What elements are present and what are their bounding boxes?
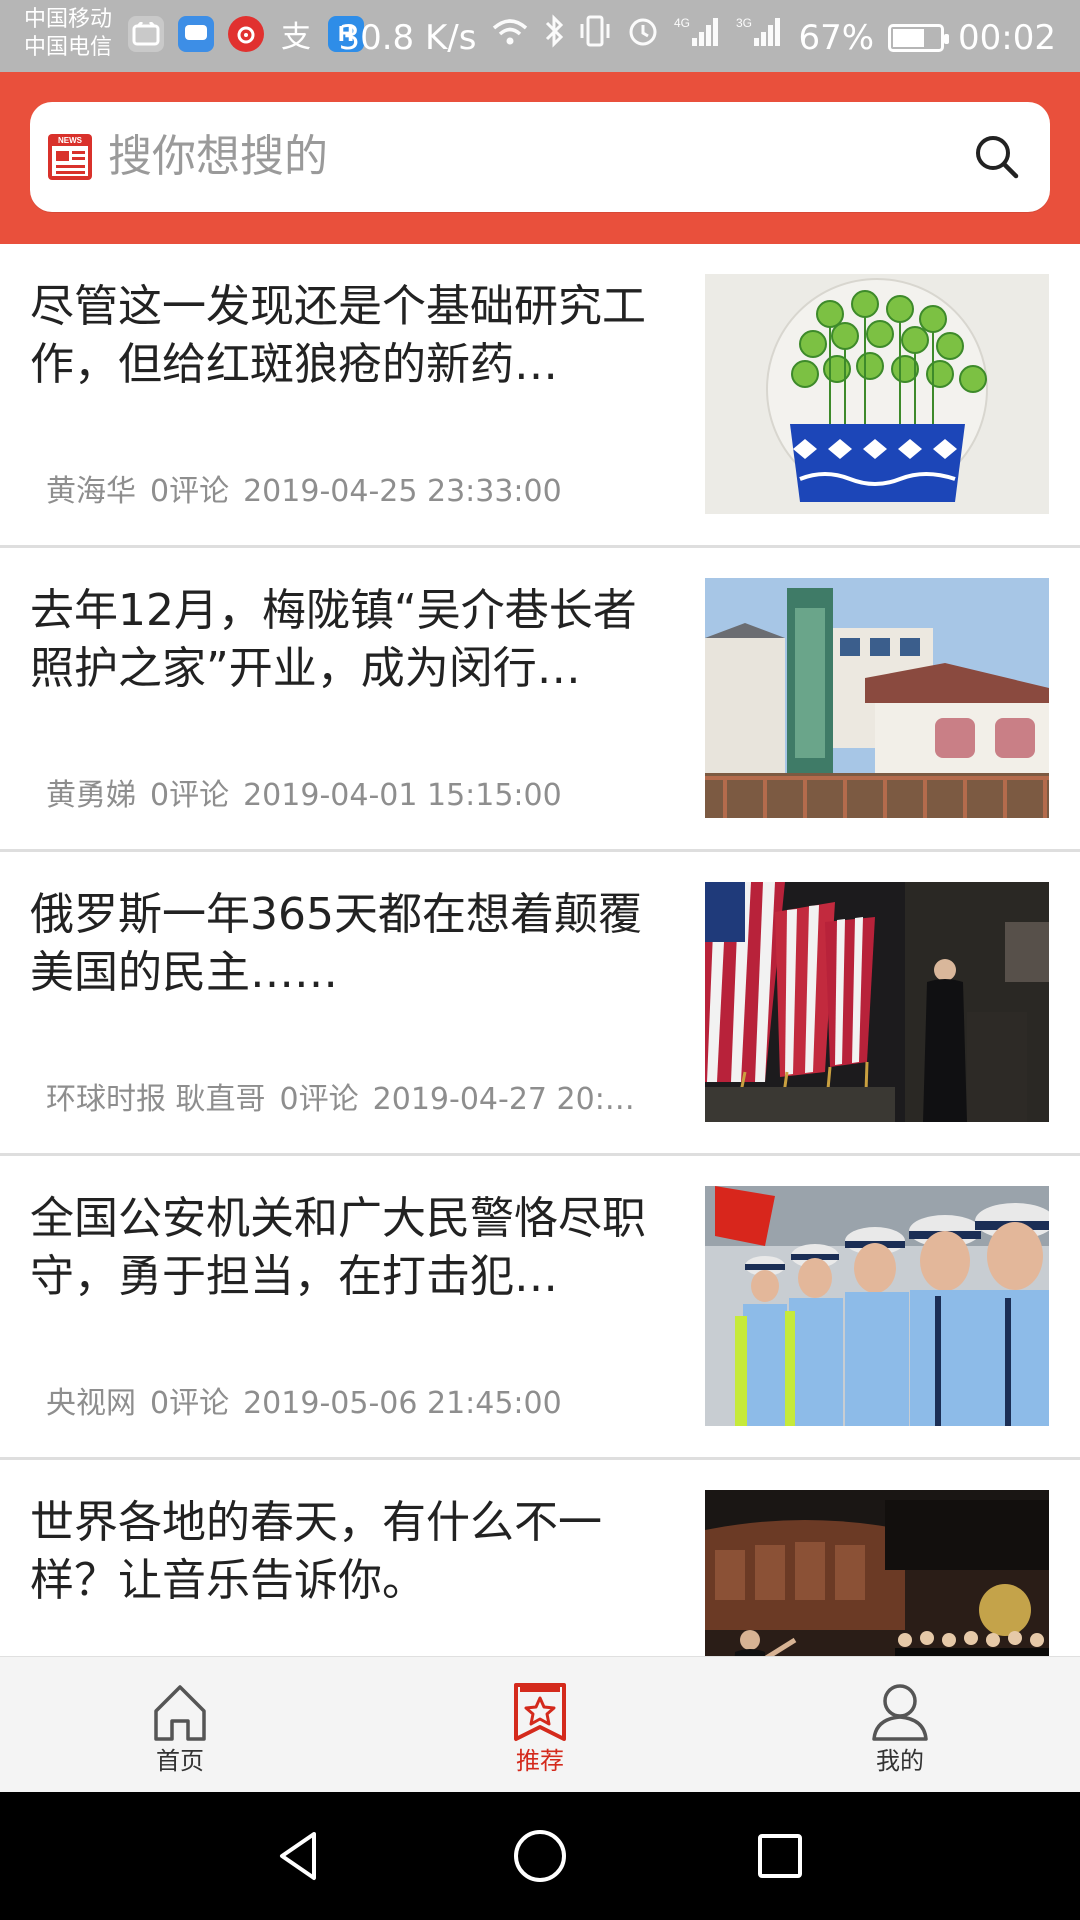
wifi-icon [490, 14, 530, 62]
profile-icon [870, 1681, 930, 1743]
article-title: 去年12月，梅陇镇“吴介巷长者照护之家”开业，成为闵行… [30, 585, 637, 694]
search-bar[interactable]: NEWS 搜你想搜的 [30, 102, 1050, 212]
article-thumbnail [705, 578, 1049, 818]
battery-icon [888, 24, 950, 52]
vibrate-icon [578, 14, 612, 62]
nav-home[interactable]: 首页 [70, 1657, 290, 1793]
article-time: 2019-04-01 15:15:00 [243, 778, 562, 813]
home-circle-icon[interactable] [508, 1824, 572, 1888]
svg-text:3G: 3G [736, 16, 752, 30]
article-title: 尽管这一发现还是个基础研究工作，但给红斑狼疮的新药… [30, 281, 646, 390]
article-comments: 0评论 [150, 1386, 230, 1421]
search-icon[interactable] [970, 130, 1024, 184]
article-item[interactable]: 尽管这一发现还是个基础研究工作，但给红斑狼疮的新药… 黄海华 0评论 2019-04… [0, 244, 1080, 548]
article-thumbnail [705, 274, 1049, 514]
article-meta: 黄海华 0评论 2019-04-25 23:33:00 [46, 472, 656, 512]
article-list[interactable]: 尽管这一发现还是个基础研究工作，但给红斑狼疮的新药… 黄海华 0评论 2019-04… [0, 244, 1080, 1656]
app-header: NEWS 搜你想搜的 [0, 72, 1080, 244]
article-source: 央视网 [46, 1386, 136, 1421]
signal-3g-icon: 3G [736, 14, 784, 62]
article-meta: 央视网 0评论 2019-05-06 21:45:00 [46, 1384, 656, 1424]
home-icon [150, 1681, 210, 1743]
signal-4g-icon: 4G [674, 14, 722, 62]
notification-icons: 支 H [128, 16, 364, 55]
message-app-icon [178, 16, 214, 52]
status-right: 30.8 K/s 4G 3G 67% 00:02 [338, 14, 1056, 62]
article-title: 全国公安机关和广大民警恪尽职守，勇于担当，在打击犯… [30, 1193, 646, 1302]
clock: 00:02 [958, 18, 1056, 58]
netease-music-icon [228, 16, 264, 52]
article-item[interactable]: 去年12月，梅陇镇“吴介巷长者照护之家”开业，成为闵行… 黄勇娣 0评论 2019-… [0, 548, 1080, 852]
nav-profile[interactable]: 我的 [790, 1657, 1010, 1793]
svg-text:4G: 4G [674, 16, 690, 30]
bottom-nav: 首页 推荐 我的 [0, 1656, 1080, 1793]
article-title: 俄罗斯一年365天都在想着颠覆美国的民主…… [30, 889, 642, 998]
huawei-app-icon [128, 16, 164, 52]
system-nav-bar [0, 1792, 1080, 1920]
article-comments: 0评论 [150, 474, 230, 509]
bluetooth-icon [544, 14, 564, 62]
article-source: 黄海华 [46, 474, 136, 509]
article-item[interactable]: 全国公安机关和广大民警恪尽职守，勇于担当，在打击犯… 央视网 0评论 2019-05… [0, 1156, 1080, 1460]
article-item[interactable]: 俄罗斯一年365天都在想着颠覆美国的民主…… 环球时报 耿直哥 0评论 2019-0… [0, 852, 1080, 1156]
article-comments: 0评论 [279, 1082, 359, 1117]
nav-recommend[interactable]: 推荐 [430, 1657, 650, 1793]
article-thumbnail [705, 1490, 1049, 1656]
net-speed: 30.8 K/s [338, 18, 477, 58]
status-bar: 中国移动 中国电信 支 H 30.8 K/s 4G 3G 67% 00:02 [0, 0, 1080, 72]
svg-text:NEWS: NEWS [58, 136, 83, 145]
article-meta: 环球时报 耿直哥 0评论 2019-04-27 20:… [46, 1080, 656, 1120]
article-meta: 黄勇娣 0评论 2019-04-01 15:15:00 [46, 776, 656, 816]
article-source: 黄勇娣 [46, 778, 136, 813]
article-comments: 0评论 [150, 778, 230, 813]
nav-label: 我的 [876, 1747, 924, 1775]
nav-label: 首页 [156, 1747, 204, 1775]
search-input[interactable]: 搜你想搜的 [108, 128, 328, 186]
battery-level [893, 29, 925, 47]
article-time: 2019-04-27 20:… [372, 1082, 635, 1117]
carrier-info: 中国移动 中国电信 [24, 6, 112, 62]
back-icon[interactable] [268, 1824, 332, 1888]
article-thumbnail [705, 882, 1049, 1122]
alipay-icon: 支 [281, 20, 311, 55]
battery-percent: 67% [798, 18, 875, 58]
recents-icon[interactable] [748, 1824, 812, 1888]
article-source: 环球时报 耿直哥 [46, 1082, 266, 1117]
news-icon: NEWS [46, 132, 94, 182]
article-time: 2019-05-06 21:45:00 [243, 1386, 562, 1421]
carrier-2: 中国电信 [24, 35, 113, 60]
alarm-icon [626, 14, 660, 62]
nav-label: 推荐 [516, 1747, 564, 1775]
article-time: 2019-04-25 23:33:00 [243, 474, 562, 509]
carrier-1: 中国移动 [24, 7, 113, 32]
recommend-star-icon [510, 1681, 570, 1743]
article-item[interactable]: 世界各地的春天，有什么不一样？让音乐告诉你。 [0, 1460, 1080, 1656]
article-thumbnail [705, 1186, 1049, 1426]
article-title: 世界各地的春天，有什么不一样？让音乐告诉你。 [30, 1497, 602, 1606]
